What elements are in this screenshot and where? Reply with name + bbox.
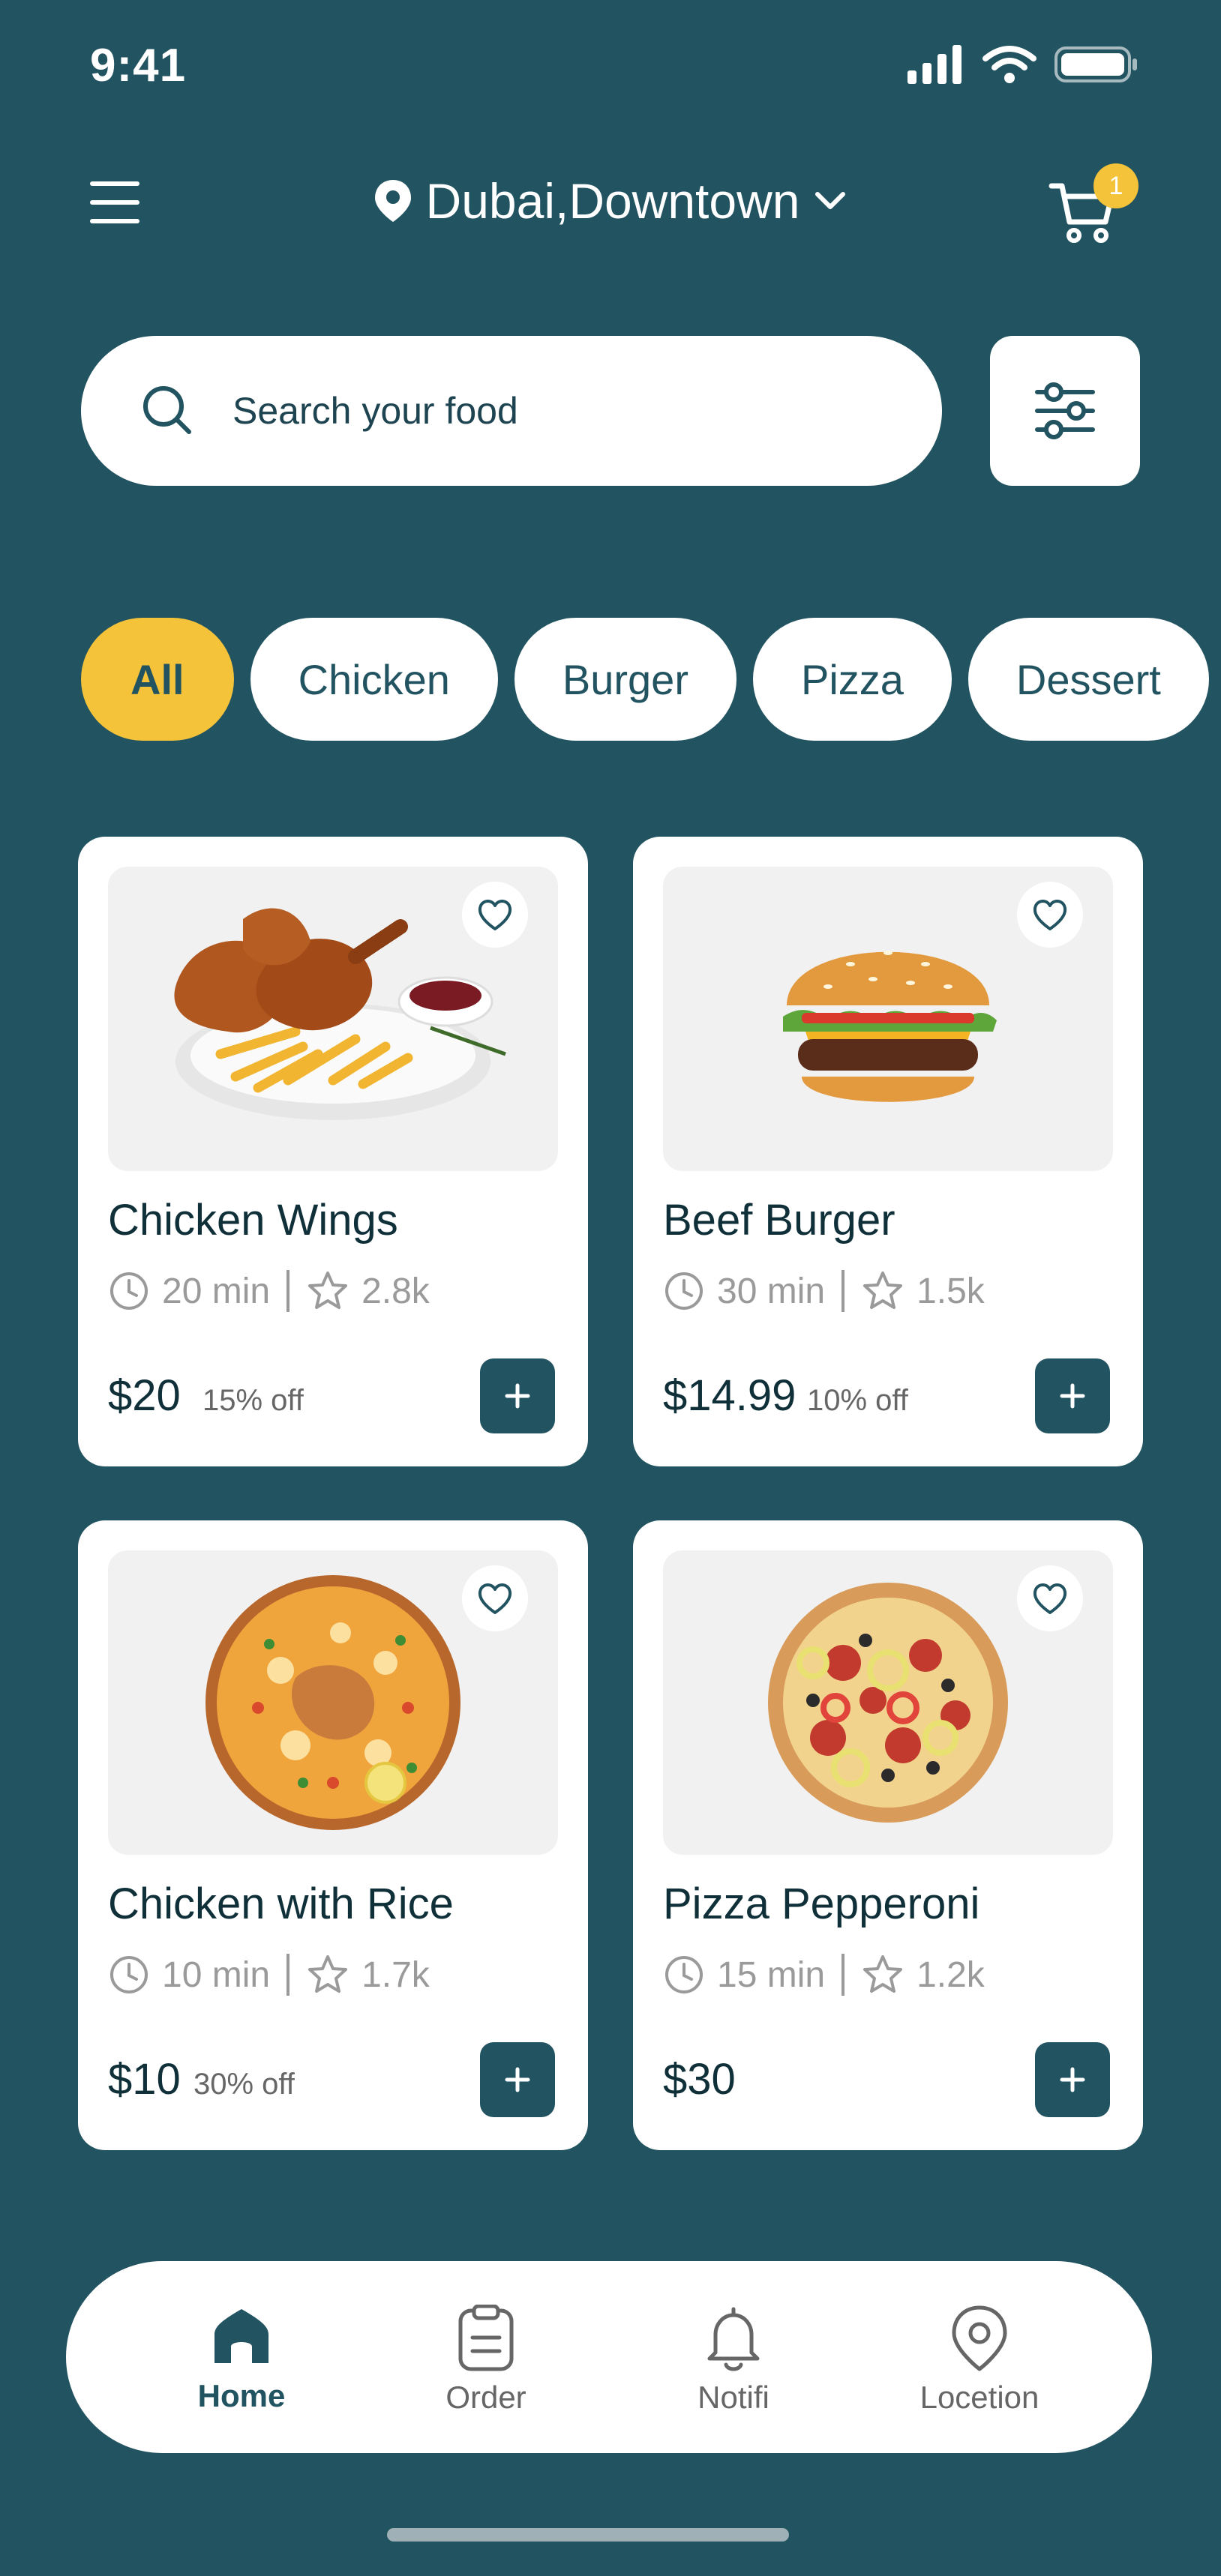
add-to-cart-button[interactable] [1035, 1358, 1110, 1433]
category-pizza[interactable]: Pizza [752, 618, 952, 741]
home-indicator [387, 2528, 789, 2542]
category-burger[interactable]: Burger [514, 618, 736, 741]
product-name: Chicken Wings [108, 1196, 398, 1245]
add-to-cart-button[interactable] [480, 2042, 555, 2117]
product-name: Chicken with Rice [108, 1880, 454, 1928]
meta-divider [286, 1270, 290, 1312]
prep-time: 30 min [717, 1271, 826, 1311]
category-chicken[interactable]: Chicken [250, 618, 498, 741]
favorite-button[interactable] [1017, 1565, 1083, 1631]
search-input[interactable] [231, 388, 834, 433]
cart-badge: 1 [1094, 163, 1138, 208]
product-meta: 15 min 1.2k [663, 1954, 985, 1996]
clock-icon [110, 1956, 148, 1993]
product-name: Pizza Pepperoni [663, 1880, 980, 1928]
product-image [663, 1550, 1113, 1855]
status-icons [908, 45, 1138, 84]
heart-icon [1033, 1583, 1067, 1614]
plus-icon [505, 1383, 530, 1409]
heart-icon [478, 900, 512, 930]
product-image [108, 1550, 558, 1855]
bottom-nav: Home Order Notifi Locetion [66, 2261, 1152, 2453]
product-image [108, 867, 558, 1171]
star-icon [308, 1955, 348, 1993]
nav-location-label: Locetion [920, 2380, 1040, 2415]
product-price: $30 [663, 2055, 736, 2104]
location-selector[interactable]: Dubai,Downtown [0, 172, 1221, 229]
add-to-cart-button[interactable] [1035, 2042, 1110, 2117]
nav-location[interactable]: Locetion [882, 2305, 1077, 2416]
product-card[interactable]: Chicken Wings 20 min 2.8k $20 15% off [78, 837, 588, 1466]
home-icon [214, 2309, 268, 2363]
category-all[interactable]: All [81, 618, 234, 741]
prep-time: 20 min [162, 1271, 271, 1311]
search-icon [143, 386, 191, 434]
heart-icon [478, 1583, 512, 1614]
location-label: Dubai,Downtown [425, 173, 800, 229]
battery-icon [1054, 46, 1137, 82]
nav-notifications[interactable]: Notifi [636, 2305, 831, 2416]
product-meta: 20 min 2.8k [108, 1270, 430, 1312]
plus-icon [1060, 1383, 1085, 1409]
product-price: $14.99 [663, 1371, 796, 1420]
map-pin-icon [952, 2305, 1007, 2371]
rating-count: 1.7k [362, 1954, 430, 1995]
meta-divider [286, 1954, 290, 1996]
prep-time: 15 min [717, 1954, 826, 1995]
location-pin-icon [374, 180, 411, 222]
signal-icon [908, 45, 962, 84]
nav-home-label: Home [197, 2378, 286, 2413]
chevron-down-icon [815, 192, 846, 209]
heart-icon [1033, 900, 1067, 930]
meta-divider [842, 1270, 845, 1312]
meta-divider [842, 1954, 845, 1996]
plus-icon [1060, 2067, 1085, 2092]
product-price: $20 [108, 1371, 181, 1420]
product-meta: 10 min 1.7k [108, 1954, 430, 1996]
bell-icon [707, 2307, 760, 2371]
product-image [663, 867, 1113, 1171]
category-tabs: All Chicken Burger Pizza Dessert [81, 618, 1209, 741]
search-bar[interactable] [81, 336, 942, 486]
product-card[interactable]: Pizza Pepperoni 15 min 1.2k $30 [633, 1520, 1143, 2150]
nav-home[interactable]: Home [144, 2305, 339, 2414]
filter-button[interactable] [990, 336, 1140, 486]
product-meta: 30 min 1.5k [663, 1270, 985, 1312]
category-dessert[interactable]: Dessert [968, 618, 1209, 741]
star-icon [863, 1272, 903, 1309]
product-card[interactable]: Beef Burger 30 min 1.5k $14.99 10% off [633, 837, 1143, 1466]
product-discount: 30% off [194, 2068, 295, 2101]
rating-count: 2.8k [362, 1271, 430, 1311]
cart-button[interactable]: 1 [1048, 162, 1138, 244]
clock-icon [665, 1956, 703, 1993]
nav-order[interactable]: Order [388, 2305, 584, 2416]
nav-notifications-label: Notifi [698, 2380, 770, 2415]
product-discount: 15% off [202, 1384, 304, 1417]
clock-icon [665, 1272, 703, 1310]
add-to-cart-button[interactable] [480, 1358, 555, 1433]
rating-count: 1.5k [916, 1271, 985, 1311]
nav-order-label: Order [446, 2380, 526, 2415]
plus-icon [505, 2067, 530, 2092]
favorite-button[interactable] [1017, 882, 1083, 948]
product-price: $10 [108, 2055, 181, 2104]
product-card[interactable]: Chicken with Rice 10 min 1.7k $10 30% of… [78, 1520, 588, 2150]
prep-time: 10 min [162, 1954, 271, 1995]
wifi-icon [982, 46, 1036, 83]
star-icon [863, 1955, 903, 1993]
favorite-button[interactable] [462, 1565, 528, 1631]
star-icon [308, 1272, 348, 1309]
status-time: 9:41 [90, 40, 187, 91]
filter-sliders-icon [1035, 382, 1095, 439]
rating-count: 1.2k [916, 1954, 985, 1995]
product-discount: 10% off [807, 1384, 908, 1417]
product-name: Beef Burger [663, 1196, 896, 1245]
clipboard-icon [458, 2305, 514, 2371]
favorite-button[interactable] [462, 882, 528, 948]
clock-icon [110, 1272, 148, 1310]
